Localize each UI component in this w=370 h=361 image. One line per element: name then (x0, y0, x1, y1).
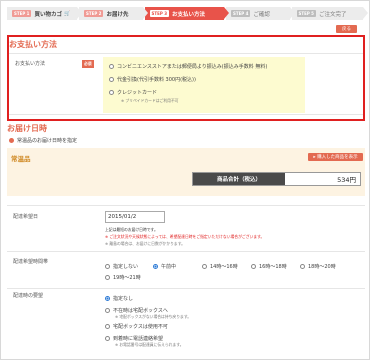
payment-option-cod[interactable]: 代金引換(代引手数料 300円(税込)) (109, 76, 196, 83)
time-option-label: 14時〜16時 (210, 264, 238, 270)
credit-card-note: ※ プリペイドカードはご利用不可 (121, 98, 179, 103)
payment-option-credit-card[interactable]: クレジットカード (109, 89, 157, 96)
radio-button[interactable] (251, 264, 256, 269)
step-label: お支払い方法 (172, 11, 206, 18)
step-label: 買い物カゴ (34, 11, 62, 18)
checkout-progress-steps: STEP 1 買い物カゴ 🛒 STEP 2 お届け先 STEP 3 お支払い方法… (7, 7, 369, 20)
request-option-note: ※ お電話番号は配達員に伝えられます。 (115, 342, 184, 347)
show-purchased-items-button[interactable]: ▸ 購入した商品を表示 (308, 153, 363, 161)
payment-method-section: お支払い方法 お支払い方法 必須 コンビニエンスストアまたは郵便局より振込み(振… (7, 35, 365, 121)
delivery-subtitle: 常温品のお届け日時を指定 (9, 137, 77, 144)
delivery-request-label: 配達時の要望 (13, 293, 44, 299)
request-option-label: 不在時は宅配ボックスへ (113, 308, 168, 314)
required-badge: 必須 (82, 60, 94, 68)
payment-method-row: お支払い方法 必須 コンビニエンスストアまたは郵便局より振込み(振込み手数料 無… (9, 53, 363, 115)
step-complete: STEP 5 ご注文完了 (291, 7, 369, 20)
time-option-label: 指定しない (113, 264, 139, 270)
date-note-warning: ※ ご注文状況や天候状態によっては、希望配達日時をご指定いただけない場合がござい… (105, 234, 265, 239)
time-option-14-16[interactable]: 14時〜16時 (202, 263, 238, 270)
step-confirm: STEP 4 ご確認 (225, 7, 295, 20)
step-badge: STEP 4 (230, 10, 251, 17)
normal-temperature-panel: 常温品 ▸ 購入した商品を表示 商品合計（税込） 534円 (7, 148, 365, 196)
order-total-value: 534円 (337, 176, 356, 184)
radio-button[interactable] (109, 90, 114, 95)
request-option-phone-call[interactable]: 到着時に電話連絡希望 (105, 335, 163, 342)
payment-option-label: クレジットカード (117, 90, 158, 96)
back-button-label: 戻る (342, 27, 351, 32)
delivery-section-title: お届け日時 (7, 124, 47, 133)
step-label: ご確認 (253, 11, 270, 18)
step-label: ご注文完了 (318, 11, 347, 18)
payment-section-title: お支払い方法 (9, 40, 57, 49)
time-option-label: 19時〜21時 (113, 275, 141, 281)
delivery-request-row (7, 288, 365, 361)
delivery-time-label: 配達希望時間帯 (13, 259, 49, 265)
checkout-page: STEP 1 買い物カゴ 🛒 STEP 2 お届け先 STEP 3 お支払い方法… (0, 0, 370, 360)
radio-button-selected[interactable] (105, 296, 110, 301)
payment-option-convenience[interactable]: コンビニエンスストアまたは郵便局より振込み(振込み手数料 無料) (109, 63, 267, 70)
request-option-label: 到着時に電話連絡希望 (113, 336, 164, 342)
radio-button-selected[interactable] (153, 264, 158, 269)
request-option-label: 宅配ボックスは使用不可 (113, 324, 168, 330)
delivery-date-value: 2015/01/2 (108, 214, 137, 220)
bullet-icon (9, 138, 14, 143)
delivery-date-row (7, 205, 365, 247)
time-option-19-21[interactable]: 19時〜21時 (105, 274, 141, 281)
back-button[interactable]: 戻る (336, 25, 357, 33)
step-badge: STEP 2 (84, 10, 104, 17)
radio-button[interactable] (105, 275, 110, 280)
radio-button[interactable] (105, 324, 110, 329)
show-items-label: ▸ 購入した商品を表示 (313, 155, 358, 160)
time-option-morning[interactable]: 午前中 (153, 263, 176, 270)
radio-button[interactable] (105, 336, 110, 341)
cart-icon: 🛒 (63, 10, 71, 17)
step-badge: STEP 5 (296, 10, 316, 17)
radio-button[interactable] (105, 264, 110, 269)
normal-temperature-label: 常温品 (11, 155, 31, 163)
step-badge: STEP 1 (12, 10, 32, 17)
time-option-label: 18時〜20時 (308, 264, 336, 270)
time-option-none[interactable]: 指定しない (105, 263, 138, 270)
delivery-date-input[interactable]: 2015/01/2 (105, 211, 165, 223)
payment-options-box: コンビニエンスストアまたは郵便局より振込み(振込み手数料 無料) 代金引換(代引… (103, 57, 305, 113)
step-badge: STEP 3 (149, 10, 169, 17)
radio-button[interactable] (105, 308, 110, 313)
radio-button[interactable] (202, 264, 207, 269)
step-payment: STEP 3 お支払い方法 (144, 7, 230, 20)
request-option-label: 指定なし (113, 296, 134, 302)
payment-method-label: お支払い方法 (15, 61, 46, 67)
request-option-none[interactable]: 指定なし (105, 295, 133, 302)
time-option-16-18[interactable]: 16時〜18時 (251, 263, 287, 270)
request-option-delivery-box[interactable]: 不在時は宅配ボックスへ (105, 307, 168, 314)
order-total: 商品合計（税込） 534円 (192, 172, 361, 186)
step-cart[interactable]: STEP 1 買い物カゴ 🛒 (7, 7, 82, 20)
request-option-no-box[interactable]: 宅配ボックスは使用不可 (105, 323, 168, 330)
time-option-label: 午前中 (161, 264, 177, 270)
radio-button[interactable] (109, 77, 114, 82)
radio-button[interactable] (109, 64, 114, 69)
step-shipping[interactable]: STEP 2 お届け先 (79, 7, 148, 20)
delivery-date-label: 配達希望日 (13, 214, 39, 220)
payment-option-label: 代金引換(代引手数料 300円(税込)) (117, 77, 196, 83)
step-label: お届け先 (106, 11, 129, 18)
date-note-islands: ※ 離島の場合は、お届けに日数がかかります。 (105, 241, 185, 246)
order-total-label: 商品合計（税込） (193, 173, 285, 185)
time-option-label: 16時〜18時 (259, 264, 287, 270)
request-option-note: ※ 宅配ボックスがない場合は持ち戻ります。 (115, 314, 192, 319)
radio-button[interactable] (300, 264, 305, 269)
delivery-subtitle-text: 常温品のお届け日時を指定 (17, 138, 78, 144)
time-option-18-20[interactable]: 18時〜20時 (300, 263, 336, 270)
date-note-earliest: 上記は最短のお届け日時です。 (105, 227, 158, 232)
payment-option-label: コンビニエンスストアまたは郵便局より振込み(振込み手数料 無料) (117, 64, 268, 70)
